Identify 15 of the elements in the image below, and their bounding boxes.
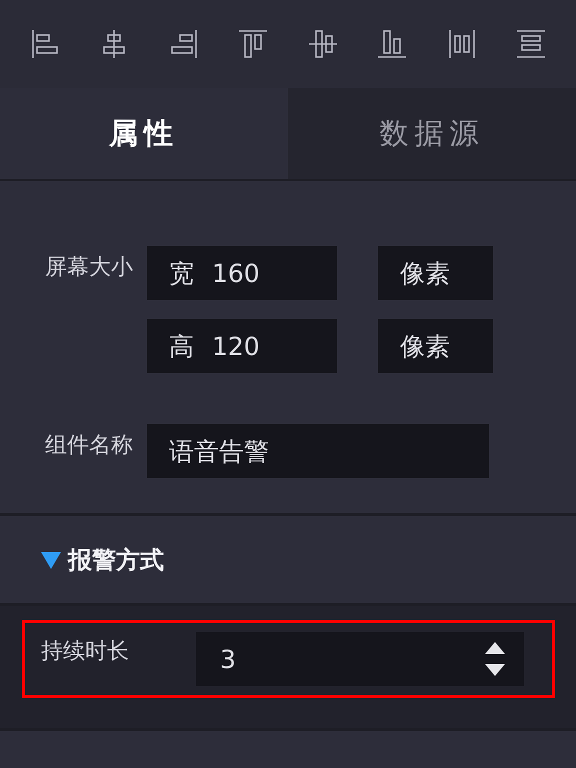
unit-button[interactable]: 像素: [378, 246, 493, 300]
number-field[interactable]: 3: [196, 632, 524, 686]
field-label: 持续时长: [40, 638, 130, 666]
tab[interactable]: 数据源: [288, 88, 576, 179]
section-title: 报警方式: [68, 544, 164, 576]
align-top-icon[interactable]: [237, 28, 270, 60]
align-bottom-icon[interactable]: [376, 28, 408, 60]
align-middle-icon[interactable]: [306, 28, 339, 60]
field-label: 组件名称: [44, 432, 134, 459]
distribute-vertical-icon[interactable]: [515, 28, 548, 60]
unit-button[interactable]: 像素: [378, 319, 493, 373]
field-label: 屏幕大小: [44, 254, 134, 281]
input-field[interactable]: 语音告警: [147, 424, 489, 478]
input-field[interactable]: 高 120: [147, 319, 337, 373]
input-field[interactable]: 宽 160: [147, 246, 337, 300]
